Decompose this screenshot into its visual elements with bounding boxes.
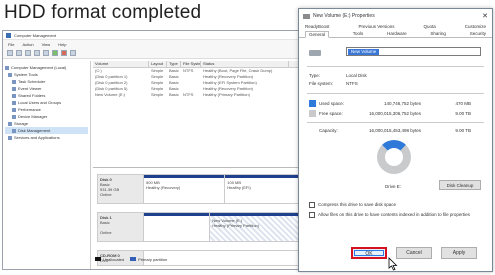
menu-file[interactable]: File [8, 42, 14, 47]
disk-icon [12, 128, 16, 133]
tree-item-task-scheduler[interactable]: Task Scheduler [5, 78, 88, 85]
col-volume[interactable]: Volume [93, 61, 149, 67]
folder-icon [12, 93, 16, 98]
free-color-swatch [309, 110, 316, 117]
connect-icon[interactable] [52, 50, 58, 56]
compress-checkbox[interactable]: Compress this drive to save disk space [309, 202, 396, 208]
storage-icon [8, 121, 12, 126]
free-space-row: Free space: 16,000,015,306,752 bytes 9.0… [309, 110, 489, 117]
col-file-system[interactable]: File System [181, 61, 201, 67]
clock-icon [12, 79, 16, 84]
tree-item-storage[interactable]: Storage [5, 120, 88, 127]
tab-previous-versions[interactable]: Previous Versions [358, 24, 394, 29]
export-icon[interactable] [70, 50, 76, 56]
cancel-button[interactable]: Cancel [396, 247, 432, 259]
up-icon[interactable] [25, 50, 31, 56]
tab-readyboost[interactable]: ReadyBoost [305, 24, 330, 29]
tree-item-shared-folders[interactable]: Shared Folders [5, 92, 88, 99]
dialog-title-bar: New Volume (E:) Properties ✕ [299, 9, 492, 23]
tab-customize[interactable]: Customize [465, 24, 486, 29]
computer-management-icon [6, 32, 11, 38]
legend-unallocated: Unallocated [95, 257, 124, 262]
performance-icon [12, 107, 16, 112]
volume-list-header: Volume Layout Type File System Status [93, 61, 303, 68]
file-system-row: File system: NTFS [309, 81, 358, 86]
tree-item-event-viewer[interactable]: Event Viewer [5, 85, 88, 92]
disk-0-partition-2[interactable]: 100 MB Healthy (EFI) [225, 175, 307, 203]
drive-icon [309, 50, 321, 56]
checkbox-box[interactable] [309, 212, 315, 218]
properties-icon[interactable] [34, 50, 40, 56]
used-space-row: Used space: 140,746,752 bytes 470 MB [309, 100, 489, 107]
table-row[interactable]: New Volume (E:) Simple Basic NTFS Healthy (P… [93, 92, 303, 98]
dialog-buttons: OK Cancel Apply [351, 247, 477, 259]
menu-action[interactable]: Action [22, 42, 33, 47]
tab-row-lower: General Tools Hardware Sharing Security [299, 30, 492, 38]
capacity-row: Capacity: 16,000,015,453,498 bytes 9.00 … [319, 128, 471, 133]
caption-text: HDD format completed [4, 2, 202, 23]
checkbox-box[interactable] [309, 202, 315, 208]
event-icon [12, 86, 16, 91]
delete-icon[interactable] [61, 50, 67, 56]
close-icon[interactable]: ✕ [482, 12, 488, 20]
properties-dialog: New Volume (E:) Properties ✕ ReadyBoost … [298, 8, 493, 272]
help-icon[interactable] [43, 50, 49, 56]
mouse-pointer-icon [388, 257, 398, 271]
tree-item-users-groups[interactable]: Local Users and Groups [5, 99, 88, 106]
drive-icon [303, 13, 310, 19]
drive-label: Drive E: [385, 184, 402, 189]
computer-icon [5, 65, 9, 70]
col-type[interactable]: Type [167, 61, 181, 67]
tree-item-root[interactable]: Computer Management (Local) [5, 64, 88, 71]
apply-button[interactable]: Apply [441, 247, 477, 259]
disk-0-partition-1[interactable]: 500 MB Healthy (Recovery) [144, 175, 226, 203]
col-status[interactable]: Status [201, 61, 289, 67]
tree-item-disk-management[interactable]: Disk Management [5, 127, 88, 134]
navigation-tree: Computer Management (Local) System Tools… [3, 61, 91, 269]
device-icon [12, 114, 16, 119]
tree-item-performance[interactable]: Performance [5, 106, 88, 113]
volume-name-input[interactable]: New Volume [346, 47, 481, 56]
col-layout[interactable]: Layout [149, 61, 167, 67]
tab-security[interactable]: Security [470, 31, 486, 36]
users-icon [12, 100, 16, 105]
services-icon [8, 135, 12, 140]
disk-0-label: Disk 0 Basic 931.39 GB Online [98, 175, 144, 203]
usage-donut-chart [377, 140, 411, 174]
tree-item-system-tools[interactable]: System Tools [5, 71, 88, 78]
tab-row-upper: ReadyBoost Previous Versions Quota Custo… [299, 23, 492, 30]
legend-primary: Primary partition [130, 257, 167, 262]
tab-tools[interactable]: Tools [353, 31, 364, 36]
divider [307, 93, 484, 94]
disk-1-partition-1[interactable] [144, 213, 211, 241]
tab-general[interactable]: General [305, 31, 330, 38]
dialog-title: New Volume (E:) Properties [313, 13, 375, 19]
used-color-swatch [309, 100, 316, 107]
ok-button[interactable]: OK [351, 247, 387, 259]
type-row: Type: Local Disk [309, 73, 367, 78]
menu-view[interactable]: View [42, 42, 51, 47]
tab-quota[interactable]: Quota [423, 24, 435, 29]
disk-legend: Unallocated Primary partition [95, 257, 167, 262]
divider [307, 66, 484, 67]
forward-icon[interactable] [16, 50, 22, 56]
tab-hardware[interactable]: Hardware [387, 31, 407, 36]
tree-item-services[interactable]: Services and Applications [5, 134, 88, 141]
tools-icon [8, 72, 12, 77]
general-tab-panel: New Volume Type: Local Disk File system: N… [299, 38, 492, 260]
menu-help[interactable]: Help [58, 42, 66, 47]
disk-cleanup-button[interactable]: Disk Cleanup [439, 180, 481, 190]
tree-item-device-manager[interactable]: Device Manager [5, 113, 88, 120]
index-checkbox[interactable]: Allow files on this drive to have conten… [309, 212, 484, 218]
disk-1-label: Disk 1 Basic Online [98, 213, 144, 241]
cm-title: Computer Management [14, 32, 57, 38]
back-icon[interactable] [7, 50, 13, 56]
volume-list: Volume Layout Type File System Status (C… [93, 61, 303, 165]
divider [307, 122, 484, 123]
tab-sharing[interactable]: Sharing [430, 31, 446, 36]
